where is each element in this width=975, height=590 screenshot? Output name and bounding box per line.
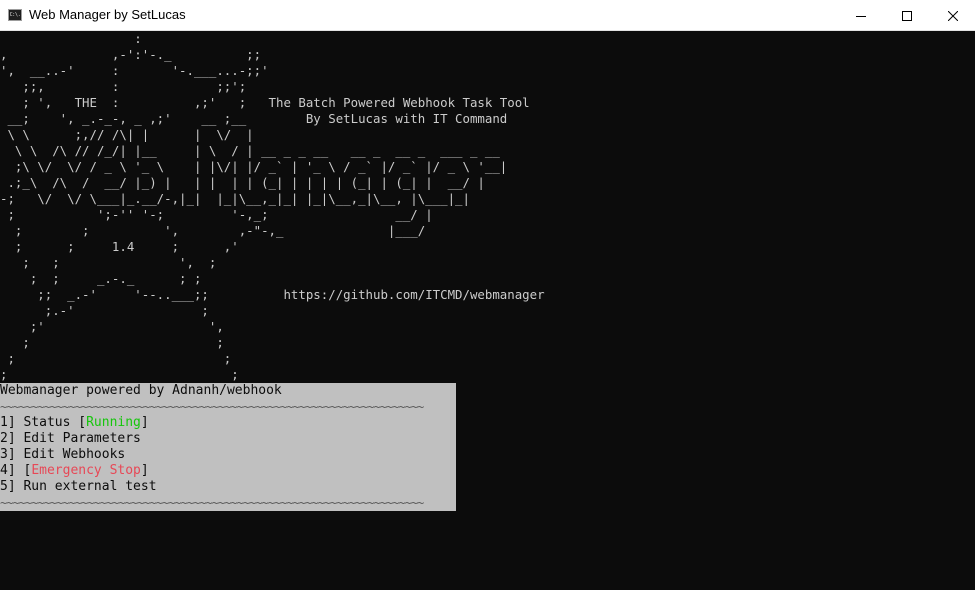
art-line: ; ; ', ; (0, 255, 217, 270)
art-line: ; ; ', ,-"-,_ |___/ (0, 223, 426, 238)
menu-item-edit-webhooks[interactable]: 3] Edit Webhooks (0, 447, 456, 463)
menu-item-label: 4] [ (0, 463, 32, 478)
menu-separator-bottom: ~~~~~~~~~~~~~~~~~~~~~~~~~~~~~~~~~~~~~~~~… (0, 496, 424, 510)
art-line-url: ;; _.-' '--..___;; https://github.com/IT… (0, 287, 545, 302)
art-line: ', __..-' : '-.___...-;;' (0, 63, 269, 78)
menu-item-edit-parameters[interactable]: 2] Edit Parameters (0, 431, 456, 447)
maximize-icon (902, 10, 912, 21)
art-line: \ \ /\ // /_/| |__ | \ / | __ _ _ __ __ … (0, 143, 500, 158)
art-line: , ,-':'-._ ;; (0, 47, 262, 62)
title-bar: C:\. Web Manager by SetLucas (0, 0, 975, 31)
menu-panel: Webmanager powered by Adnanh/webhook ~~~… (0, 383, 456, 511)
art-line: ;;, : ;;'; (0, 79, 247, 94)
close-button[interactable] (930, 0, 975, 31)
art-line: ; ';-'' '-; '-,_; __/ | (0, 207, 433, 222)
ascii-banner: :, ,-':'-._ ;; ', __..-' : '-.___...-;;' … (0, 31, 545, 383)
art-line-version: ; ; 1.4 ; ,' (0, 239, 239, 254)
minimize-button[interactable] (838, 0, 884, 31)
art-line: -; \/ \/ \___|_.__/-,|_| |_|\__,_|_| |_|… (0, 191, 470, 206)
art-line-tagline: ; ', THE : ,;' ; The Batch Powered Webho… (0, 95, 530, 110)
status-running-label: Running (86, 415, 141, 430)
close-icon (948, 10, 958, 21)
menu-separator-top: ~~~~~~~~~~~~~~~~~~~~~~~~~~~~~~~~~~~~~~~~… (0, 400, 424, 414)
minimize-icon (856, 15, 866, 17)
art-line: ; ; (0, 351, 232, 366)
menu-item-emergency-stop[interactable]: 4] [Emergency Stop] (0, 463, 456, 479)
art-line: ;' ', (0, 319, 224, 334)
art-line: ; ; _.-._ ; ; (0, 271, 202, 286)
menu-item-run-external-test[interactable]: 5] Run external test (0, 479, 456, 495)
window-title: Web Manager by SetLucas (29, 7, 186, 22)
emergency-stop-label: Emergency Stop (31, 463, 141, 478)
art-line: : (0, 31, 142, 46)
menu-header: Webmanager powered by Adnanh/webhook (0, 383, 282, 398)
art-line-author: __; ', _.-_-, _ ,;' __ ;__ By SetLucas w… (0, 111, 508, 126)
menu-item-label: 1] Status [ (0, 415, 87, 430)
art-line: \ \ ;,// /\| | | \/ | (0, 127, 254, 142)
menu-item-label: ] (140, 415, 149, 430)
maximize-button[interactable] (884, 0, 930, 31)
art-line: .;_\ /\ / __/ |_) | | | | | (_| | | | | … (0, 175, 485, 190)
art-line: ; ; (0, 335, 224, 350)
art-line: ; ; (0, 367, 239, 382)
menu-item-label: ] (140, 463, 149, 478)
menu-item-status[interactable]: 1] Status [Running] (0, 415, 456, 431)
art-line: ;\ \/ \/ / _ \ '_ \ | |\/| |/ _` | '_ \ … (0, 159, 508, 174)
cmd-icon: C:\. (8, 9, 22, 21)
art-line: ;.-' ; (0, 303, 209, 318)
